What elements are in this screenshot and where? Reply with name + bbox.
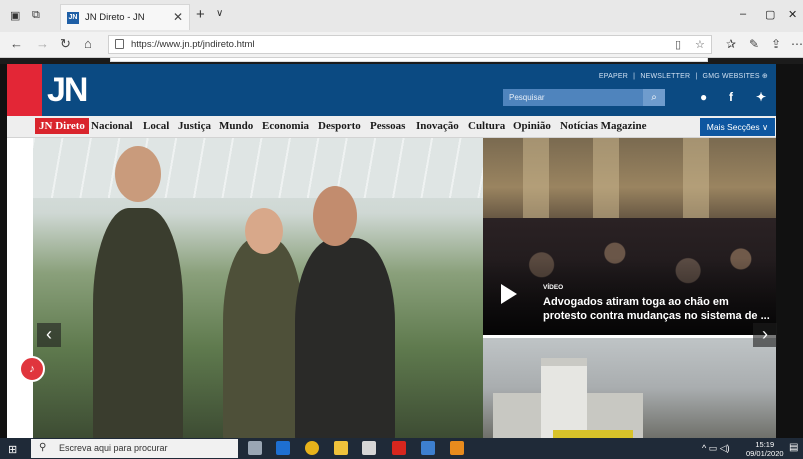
jn-website: JN EPAPER | NEWSLETTER | GMG WEBSITES ⊕ … [7,64,777,438]
site-logo[interactable]: JN [47,71,88,110]
facebook-icon[interactable]: f [729,90,733,104]
column-shape [593,138,619,228]
main-menu: JN Direto Nacional Local Justiça Mundo E… [7,116,776,138]
more-icon[interactable]: ⋯ [791,37,803,51]
app-icon[interactable] [450,441,464,455]
tab-actions-icon[interactable]: ⧉ [32,9,40,22]
person-figure [295,238,395,438]
hero-photo[interactable] [33,138,483,438]
share-icon[interactable]: ⇪ [771,37,781,51]
brand-red-block [7,64,42,116]
windows-taskbar: ⊞ ⚲ Escreva aqui para procurar ^ ▭ ◁) 15… [0,438,803,459]
search-icon: ⚲ [39,442,47,453]
link-separator: | [695,73,698,80]
menu-item-economia[interactable]: Economia [262,120,309,132]
carousel-prev-button[interactable]: ‹ [37,323,61,347]
new-tab-icon[interactable]: + [196,6,205,23]
store-app-icon[interactable] [362,441,376,455]
more-sections-button[interactable]: Mais Secções ∨ [700,118,775,136]
clock-time: 15:19 [755,440,775,449]
person-figure [93,208,183,438]
app-icon[interactable] [421,441,435,455]
close-window-button[interactable]: ✕ [788,8,797,21]
page-right-margin [776,64,803,438]
person-head [245,208,283,254]
menu-item-opiniao[interactable]: Opinião [513,120,551,132]
url-text: https://www.jn.pt/jndireto.html [131,39,255,50]
menu-item-desporto[interactable]: Desporto [318,120,361,132]
windows-start-icon[interactable]: ⊞ [8,443,17,456]
search-icon[interactable]: ⌕ [643,89,665,106]
clock-date: 09/01/2020 [746,449,784,458]
system-tray-icons[interactable]: ^ ▭ ◁) [702,443,730,454]
refresh-icon[interactable]: ↻ [60,36,71,52]
maximize-button[interactable]: ▢ [765,8,775,21]
chevron-down-icon[interactable]: ∨ [216,8,223,19]
tower-shape [541,358,587,438]
top-links: EPAPER | NEWSLETTER | GMG WEBSITES ⊕ [596,72,768,80]
person-head [313,186,357,246]
menu-item-mundo[interactable]: Mundo [219,120,253,132]
link-separator: | [633,73,636,80]
browser-title-bar: ▣ ⧉ JN JN Direto - JN ✕ + ∨ – ▢ ✕ [0,0,803,32]
favorite-star-icon[interactable]: ☆ [695,38,705,51]
address-bar[interactable]: https://www.jn.pt/jndireto.html ▯ ☆ [108,35,712,54]
menu-item-inovacao[interactable]: Inovação [416,120,459,132]
chrome-app-icon[interactable] [305,441,319,455]
vehicle-shape [553,430,633,438]
video-label: VÍDEO [543,284,564,291]
tab-title: JN Direto - JN [85,12,145,23]
person-head [115,146,161,202]
home-icon[interactable]: ⌂ [84,36,92,51]
browser-toolbar: ← → ↻ ⌂ https://www.jn.pt/jndireto.html … [0,32,803,58]
news-teaser-image[interactable] [483,338,776,438]
menu-item-noticias-magazine[interactable]: Notícias Magazine [560,120,646,132]
page-top-strip [110,58,708,62]
browser-tab[interactable]: JN JN Direto - JN ✕ [60,4,190,30]
lock-icon [115,39,124,49]
menu-item-justica[interactable]: Justiça [178,120,211,132]
clock[interactable]: 15:19 09/01/2020 [746,440,784,458]
menu-item-cultura[interactable]: Cultura [468,120,505,132]
search-input[interactable]: Pesquisar [509,93,545,102]
play-icon[interactable] [501,284,517,304]
epaper-link[interactable]: EPAPER [599,73,628,80]
edge-app-icon[interactable] [276,441,290,455]
acrobat-app-icon[interactable] [392,441,406,455]
menu-item-jn-direto[interactable]: JN Direto [35,118,89,134]
action-center-icon[interactable]: ▤ [789,442,798,453]
person-figure [223,238,303,438]
task-view-icon[interactable] [248,441,262,455]
greenhouse-roof [33,138,483,198]
minimize-button[interactable]: – [740,8,746,20]
forward-icon[interactable]: → [36,36,49,51]
video-teaser[interactable]: VÍDEO Advogados atiram toga ao chão em p… [483,138,776,335]
gmg-websites-link[interactable]: GMG WEBSITES ⊕ [703,73,768,80]
back-icon[interactable]: ← [10,36,23,51]
twitter-icon[interactable]: ✦ [756,90,766,104]
notification-bell-icon[interactable]: ♪ [19,356,45,382]
taskbar-search-input[interactable]: Escreva aqui para procurar [59,443,168,453]
page-left-margin [0,64,7,438]
pen-icon[interactable]: ✎ [749,37,759,51]
newsletter-link[interactable]: NEWSLETTER [640,73,690,80]
jn-favicon-icon: JN [67,12,79,24]
menu-item-local[interactable]: Local [143,120,169,132]
site-search[interactable]: Pesquisar ⌕ [503,89,665,106]
window-menu-icon[interactable]: ▣ [10,9,20,22]
site-header: JN EPAPER | NEWSLETTER | GMG WEBSITES ⊕ … [7,64,776,116]
user-icon[interactable]: ● [700,90,707,104]
column-shape [683,138,709,228]
favorites-icon[interactable]: ✰ [726,37,736,51]
menu-item-nacional[interactable]: Nacional [91,120,133,132]
file-explorer-icon[interactable] [334,441,348,455]
menu-item-pessoas[interactable]: Pessoas [370,120,405,132]
taskbar-search[interactable]: ⚲ Escreva aqui para procurar [31,439,238,458]
video-title[interactable]: Advogados atiram toga ao chão em protest… [543,295,771,323]
column-shape [523,138,549,228]
carousel-next-button[interactable]: › [753,323,777,347]
reading-view-icon[interactable]: ▯ [675,38,681,51]
close-tab-icon[interactable]: ✕ [173,10,183,24]
